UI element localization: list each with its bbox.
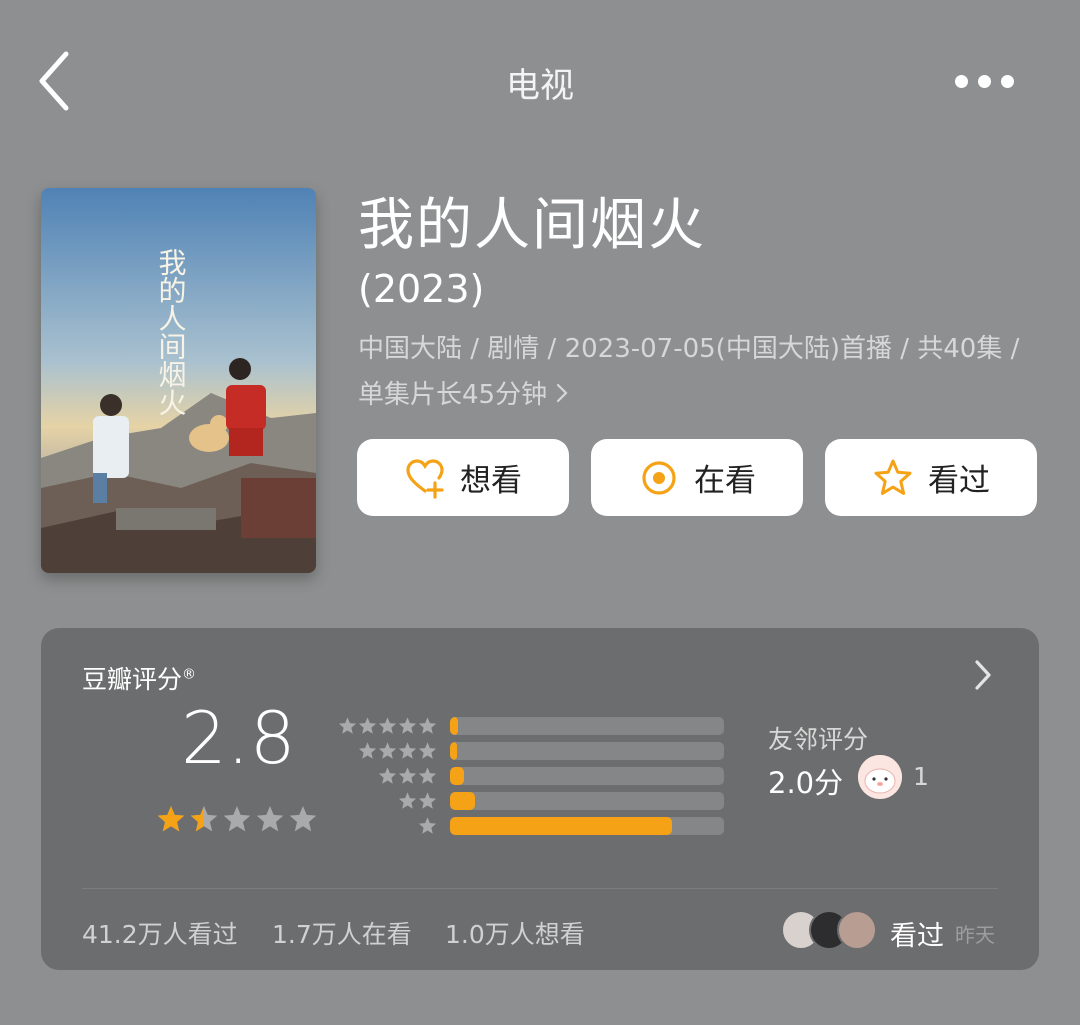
distribution-bar-1 [450, 817, 724, 835]
poster-title-text: 我的人间烟火 [155, 248, 188, 416]
show-meta-text: 中国大陆 / 剧情 / 2023-07-05(中国大陆)首播 / 共40集 / … [358, 334, 1020, 410]
distribution-fill-3 [450, 767, 464, 785]
watched-count[interactable]: 41.2万人看过 [82, 915, 238, 951]
chevron-right-icon [555, 372, 569, 418]
distribution-fill-1 [450, 817, 672, 835]
distribution-stars-5 [338, 716, 437, 736]
small-star-icon [418, 717, 437, 734]
friend-activity-time: 昨天 [955, 923, 995, 947]
watching-count[interactable]: 1.7万人在看 [272, 915, 412, 951]
rating-star-icon [190, 806, 218, 832]
distribution-fill-4 [450, 742, 457, 760]
rating-card[interactable]: 豆瓣评分® 2.8 友邻评分 2.0分 1 41.2万人看过 1.7万人在看 1… [41, 628, 1039, 970]
friends-rating-count: 1 [913, 762, 929, 791]
watched-label: 看过 [928, 463, 990, 499]
more-options-icon[interactable] [955, 66, 1035, 96]
small-star-icon [418, 742, 437, 759]
distribution-bar-3 [450, 767, 724, 785]
target-icon [638, 457, 680, 499]
small-star-icon [418, 767, 437, 784]
small-star-icon [398, 792, 417, 809]
small-star-icon [338, 717, 357, 734]
distribution-bar-4 [450, 742, 724, 760]
small-star-icon [378, 742, 397, 759]
action-buttons: 想看 在看 看过 [357, 439, 1037, 516]
distribution-stars-3 [340, 766, 437, 786]
avatar [837, 910, 877, 950]
watching-button[interactable]: 在看 [591, 439, 803, 516]
small-star-icon [358, 717, 377, 734]
distribution-bar-5 [450, 717, 724, 735]
rating-star-icon [289, 806, 317, 832]
registered-mark: ® [182, 666, 197, 683]
friends-rating-label: 友邻评分 [768, 725, 869, 754]
friend-activity-label: 看过 [890, 921, 944, 952]
rating-title: 豆瓣评分® [82, 660, 196, 696]
friend-avatars[interactable] [781, 910, 881, 952]
friend-avatar[interactable] [858, 755, 902, 799]
show-info: 我的人间烟火 (2023) 中国大陆 / 剧情 / 2023-07-05(中国大… [358, 190, 1058, 418]
rating-label: 豆瓣评分 [82, 665, 183, 694]
show-meta[interactable]: 中国大陆 / 剧情 / 2023-07-05(中国大陆)首播 / 共40集 / … [358, 326, 1048, 418]
star-outline-icon [872, 457, 914, 499]
heart-plus-icon [404, 457, 446, 499]
rating-score: 2.8 [181, 696, 296, 780]
show-year: (2023) [358, 267, 485, 311]
distribution-stars-4 [340, 741, 437, 761]
distribution-fill-5 [450, 717, 459, 735]
rating-stars [156, 804, 318, 834]
distribution-bar-2 [450, 792, 724, 810]
small-star-icon [398, 717, 417, 734]
small-star-icon [418, 792, 437, 809]
rating-star-icon [223, 806, 251, 832]
distribution-stars-1 [340, 816, 437, 836]
small-star-icon [418, 817, 437, 834]
top-bar: 电视 [0, 0, 1080, 160]
rating-star-icon [256, 806, 284, 832]
small-star-icon [398, 742, 417, 759]
small-star-icon [358, 742, 377, 759]
page-title: 电视 [506, 66, 574, 106]
want-to-watch-label: 想看 [460, 463, 522, 499]
rating-star-icon [157, 806, 185, 832]
small-star-icon [378, 767, 397, 784]
distribution-fill-2 [450, 792, 475, 810]
small-star-icon [398, 767, 417, 784]
show-title: 我的人间烟火 [358, 193, 706, 258]
divider [82, 888, 998, 889]
poster-image[interactable]: 我的人间烟火 [41, 188, 316, 573]
want-to-watch-button[interactable]: 想看 [357, 439, 569, 516]
distribution-stars-2 [340, 791, 437, 811]
chevron-right-icon[interactable] [971, 658, 995, 692]
friends-rating-score: 2.0分 [768, 766, 844, 800]
want-count[interactable]: 1.0万人想看 [445, 915, 585, 951]
watched-button[interactable]: 看过 [825, 439, 1037, 516]
watching-label: 在看 [694, 463, 756, 499]
small-star-icon [378, 717, 397, 734]
